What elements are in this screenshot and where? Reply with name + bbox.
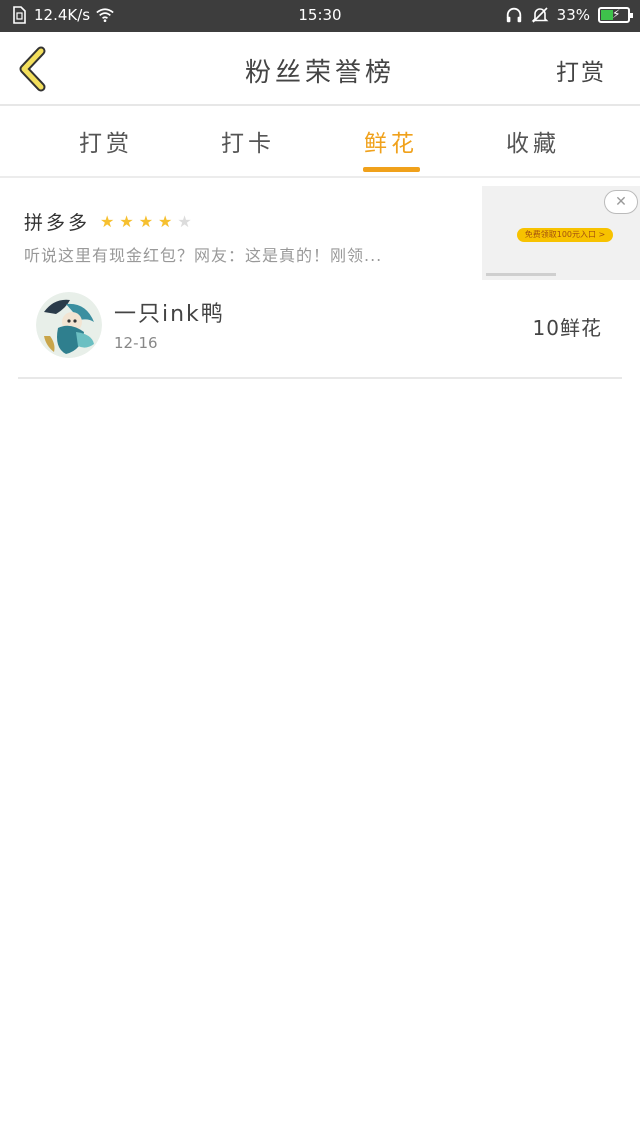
close-icon: ✕ [615, 194, 627, 210]
user-date: 12-16 [114, 334, 158, 352]
ad-image[interactable]: 免费领取100元入口 > ✕ [482, 186, 640, 280]
ad-rating: ★ ★ ★ ★ ★ [100, 211, 192, 231]
ad-description: 听说这里有现金红包？网友：这是真的！刚领... [24, 246, 383, 265]
tab-flowers[interactable]: 鲜花 [346, 124, 436, 158]
tab-favorites[interactable]: 收藏 [488, 124, 578, 158]
user-name: 一只ink鸭 [114, 302, 225, 327]
ad-close-button[interactable]: ✕ [604, 190, 638, 214]
headphone-icon [505, 6, 523, 24]
status-bar: 12.4K/s 15:30 33% ⚡ [0, 0, 640, 32]
app-header: 粉丝荣誉榜 打赏 [0, 32, 640, 106]
status-right: 33% ⚡ [505, 6, 633, 24]
battery-percent: 33% [556, 6, 590, 24]
tab-active-indicator [363, 167, 420, 172]
star-filled-icon: ★ [138, 211, 154, 231]
tip-button[interactable]: 打赏 [556, 53, 606, 87]
flower-count: 10鲜花 [532, 316, 602, 340]
tab-reward[interactable]: 打赏 [61, 124, 151, 158]
battery-icon: ⚡ [598, 7, 633, 23]
ad-banner[interactable]: 拼多多 ★ ★ ★ ★ ★ 听说这里有现金红包？网友：这是真的！刚领... 免费领取10… [0, 186, 640, 280]
page-title: 粉丝荣誉榜 [244, 58, 395, 88]
ad-footnote [486, 273, 556, 276]
ad-title: 拼多多 [24, 212, 91, 234]
star-filled-icon: ★ [119, 211, 134, 231]
ad-cta[interactable]: 免费领取100元入口 > [517, 228, 613, 242]
avatar[interactable] [36, 292, 102, 358]
ad-title-row: 拼多多 ★ ★ ★ ★ ★ [24, 208, 192, 235]
star-filled-icon: ★ [100, 211, 115, 231]
star-filled-icon: ★ [158, 211, 173, 231]
tab-checkin[interactable]: 打卡 [203, 124, 293, 158]
leaderboard-row[interactable]: 一只ink鸭 12-16 10鲜花 [18, 282, 622, 379]
bell-off-icon [531, 6, 549, 24]
tab-bar: 打赏 打卡 鲜花 收藏 [0, 106, 640, 178]
star-empty-icon: ★ [177, 211, 192, 231]
